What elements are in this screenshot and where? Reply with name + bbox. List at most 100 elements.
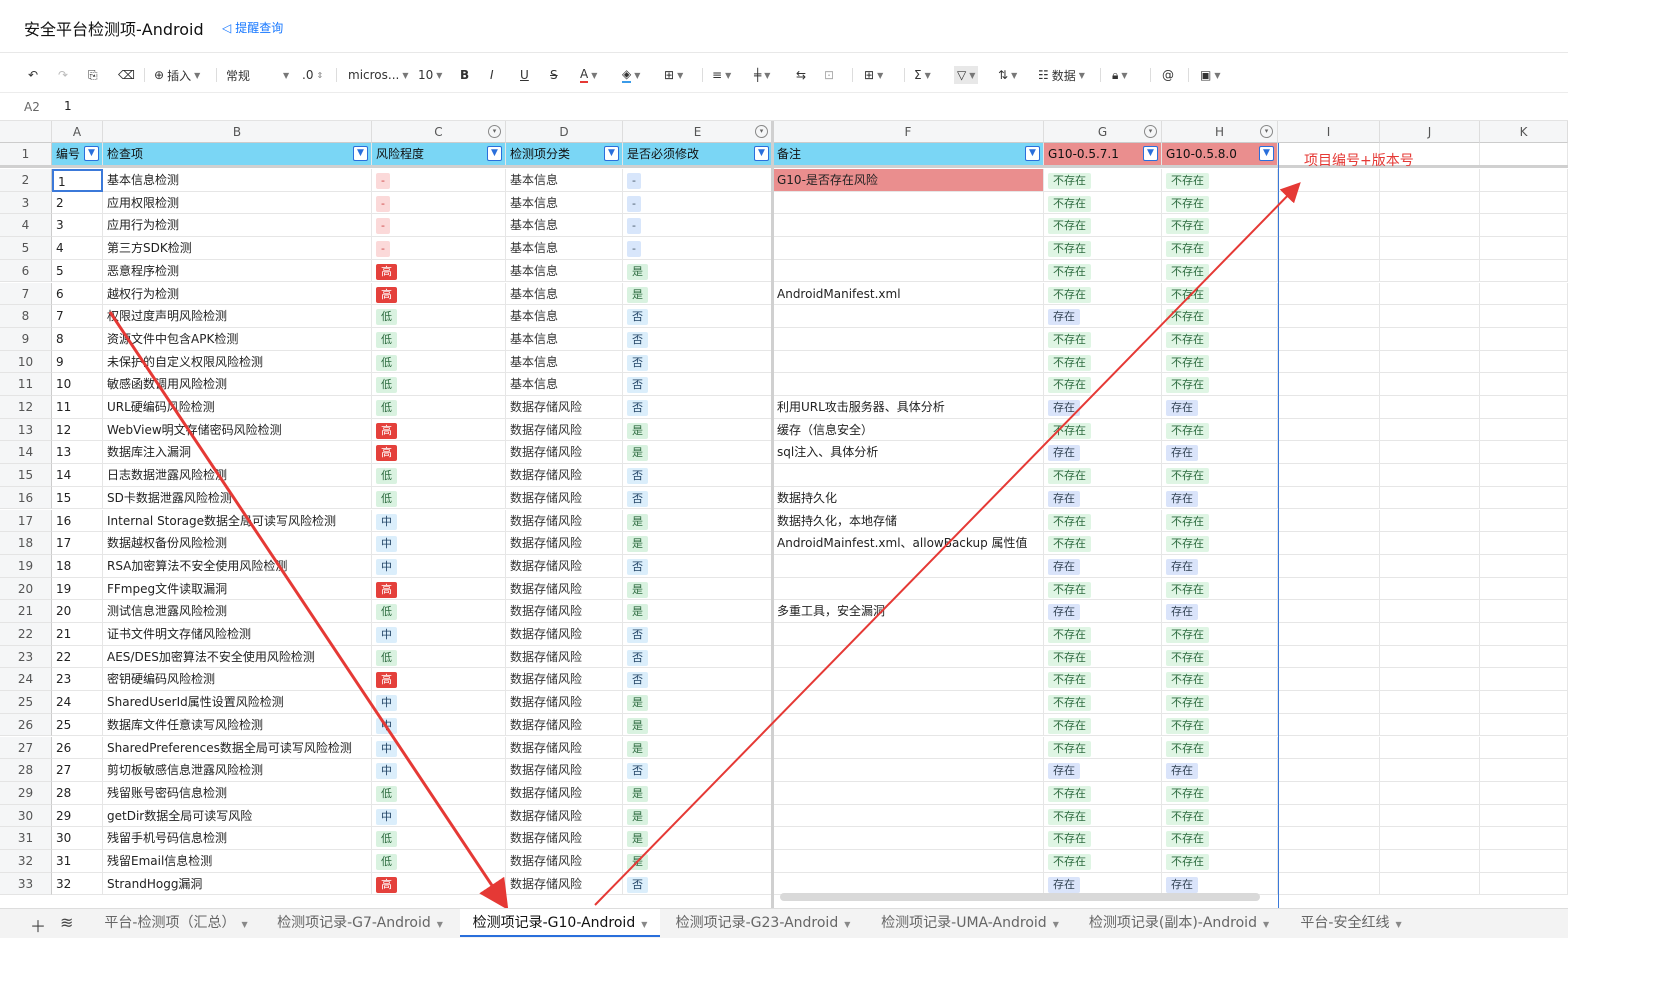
cell-risk[interactable]: 中 — [372, 554, 506, 578]
cell-cat[interactable]: 基本信息 — [506, 191, 623, 215]
sheet-tab[interactable]: 平台-检测项（汇总） ▼ — [92, 909, 260, 937]
cell-item[interactable]: SD卡数据泄露风险检测 — [103, 486, 372, 510]
cell-h[interactable]: 不存在 — [1162, 577, 1278, 601]
cell-item[interactable]: Internal Storage数据全局可读写风险检测 — [103, 509, 372, 533]
cell-cat[interactable]: 数据存储风险 — [506, 713, 623, 737]
insert-button[interactable]: ⊕ 插入 ▼ — [154, 66, 200, 84]
column-header-b[interactable]: B — [103, 121, 372, 143]
cell-must[interactable]: 否 — [623, 373, 773, 396]
cell-item[interactable]: getDir数据全局可读写风险 — [103, 804, 372, 828]
sheet-tab[interactable]: 检测项记录(副本)-Android ▼ — [1078, 909, 1280, 937]
empty-cell[interactable] — [1278, 713, 1380, 737]
cell-item[interactable]: SharedUserId属性设置风险检测 — [103, 691, 372, 714]
row-header[interactable]: 31 — [0, 827, 52, 850]
cell-item[interactable]: 残留Email信息检测 — [103, 850, 372, 873]
empty-cell[interactable] — [1278, 668, 1380, 692]
cell-g[interactable]: 不存在 — [1044, 327, 1162, 351]
cell-cat[interactable]: 基本信息 — [506, 237, 623, 260]
column-menu-icon[interactable]: ▾ — [755, 125, 768, 138]
cell-item[interactable]: RSA加密算法不安全使用风险检测 — [103, 554, 372, 578]
strikethrough-icon[interactable]: S — [550, 66, 558, 84]
cell-risk[interactable]: 低 — [372, 850, 506, 873]
empty-cell[interactable] — [1480, 191, 1568, 215]
sheet-tab[interactable]: 检测项记录-G23-Android ▼ — [664, 909, 862, 937]
cell-item[interactable]: 应用行为检测 — [103, 214, 372, 238]
cell-h[interactable]: 不存在 — [1162, 282, 1278, 306]
cell-no[interactable]: 12 — [52, 418, 103, 442]
cell-g[interactable]: 不存在 — [1044, 282, 1162, 306]
cell-g[interactable]: 不存在 — [1044, 191, 1162, 215]
remind-link[interactable]: ◁ 提醒查询 — [222, 19, 283, 36]
cell-no[interactable]: 18 — [52, 554, 103, 578]
cell-note[interactable] — [773, 668, 1044, 692]
cell-item[interactable]: 测试信息泄露风险检测 — [103, 600, 372, 623]
row-header[interactable]: 29 — [0, 781, 52, 805]
cell-g[interactable]: 不存在 — [1044, 169, 1162, 192]
cell-no[interactable]: 31 — [52, 850, 103, 873]
cell-no[interactable]: 7 — [52, 305, 103, 328]
cell-must[interactable]: 是 — [623, 282, 773, 306]
cell-risk[interactable]: 低 — [372, 464, 506, 487]
sum-icon[interactable]: Σ ▼ — [914, 66, 931, 84]
empty-cell[interactable] — [1380, 282, 1480, 306]
cell-g[interactable]: 不存在 — [1044, 464, 1162, 487]
cell-must[interactable]: 否 — [623, 305, 773, 328]
row-header[interactable]: 30 — [0, 804, 52, 828]
clear-format-icon[interactable]: ⌫ — [118, 66, 135, 84]
column-header-h[interactable]: H ▾ — [1162, 121, 1278, 143]
row-header[interactable]: 28 — [0, 759, 52, 782]
cell-no[interactable]: 1 — [52, 169, 103, 192]
cell-risk[interactable]: - — [372, 169, 506, 192]
header-cell-a[interactable]: 编号 ▼ — [52, 143, 103, 166]
empty-cell[interactable] — [1380, 169, 1480, 192]
cell-item[interactable]: 权限过度声明风险检测 — [103, 305, 372, 328]
number-format-select[interactable]: 常规 ▼ — [226, 66, 289, 84]
cell-g[interactable]: 不存在 — [1044, 373, 1162, 396]
empty-cell[interactable] — [1278, 373, 1380, 396]
cell-item[interactable]: 未保护的自定义权限风险检测 — [103, 350, 372, 374]
empty-cell[interactable] — [1380, 396, 1480, 419]
cell-risk[interactable]: 低 — [372, 327, 506, 351]
cell-g[interactable]: 不存在 — [1044, 781, 1162, 805]
cell-note[interactable] — [773, 850, 1044, 873]
cell-g[interactable]: 存在 — [1044, 759, 1162, 782]
cell-note[interactable] — [773, 736, 1044, 760]
empty-cell[interactable] — [1380, 827, 1480, 850]
select-all-corner[interactable] — [0, 121, 52, 143]
cell-cat[interactable]: 数据存储风险 — [506, 509, 623, 533]
cell-cat[interactable]: 数据存储风险 — [506, 486, 623, 510]
cell-must[interactable]: 是 — [623, 600, 773, 623]
cell-must[interactable]: 否 — [623, 464, 773, 487]
row-header[interactable]: 18 — [0, 532, 52, 555]
empty-cell[interactable] — [1380, 736, 1480, 760]
cell-item[interactable]: WebView明文存储密码风险检测 — [103, 418, 372, 442]
cell-no[interactable]: 11 — [52, 396, 103, 419]
cell-cat[interactable]: 基本信息 — [506, 327, 623, 351]
cell-h[interactable]: 不存在 — [1162, 464, 1278, 487]
cell-risk[interactable]: 中 — [372, 804, 506, 828]
cell-note[interactable]: 多重工具，安全漏洞 — [773, 600, 1044, 623]
cell-item[interactable]: FFmpeg文件读取漏洞 — [103, 577, 372, 601]
cell-no[interactable]: 23 — [52, 668, 103, 692]
cell-cat[interactable]: 基本信息 — [506, 259, 623, 283]
empty-cell[interactable] — [1380, 623, 1480, 646]
lock-icon[interactable]: 🔒︎ ▼ — [1112, 66, 1128, 84]
cell-note[interactable] — [773, 804, 1044, 828]
cell-no[interactable]: 16 — [52, 509, 103, 533]
empty-cell[interactable] — [1480, 143, 1568, 166]
cell-h[interactable]: 不存在 — [1162, 781, 1278, 805]
cell-item[interactable]: StrandHogg漏洞 — [103, 872, 372, 896]
cell-must[interactable]: 否 — [623, 486, 773, 510]
spreadsheet-grid[interactable]: A B C ▾ D E ▾ F G ▾ H ▾ I J K 1 编号 ▼ 检查项 ▼ 风险程度 ▼ 检测项分类 ▼ 是否必须修改… — [0, 121, 1568, 908]
cell-must[interactable]: 是 — [623, 577, 773, 601]
freeze-icon[interactable]: ⊞ ▼ — [864, 66, 883, 84]
cell-g[interactable]: 不存在 — [1044, 237, 1162, 260]
empty-cell[interactable] — [1278, 736, 1380, 760]
cell-must[interactable]: 否 — [623, 327, 773, 351]
empty-cell[interactable] — [1480, 259, 1568, 283]
cell-g[interactable]: 存在 — [1044, 600, 1162, 623]
cell-g[interactable]: 不存在 — [1044, 804, 1162, 828]
column-menu-icon[interactable]: ▾ — [488, 125, 501, 138]
chevron-down-icon[interactable]: ▼ — [641, 920, 647, 929]
cell-risk[interactable]: - — [372, 237, 506, 260]
